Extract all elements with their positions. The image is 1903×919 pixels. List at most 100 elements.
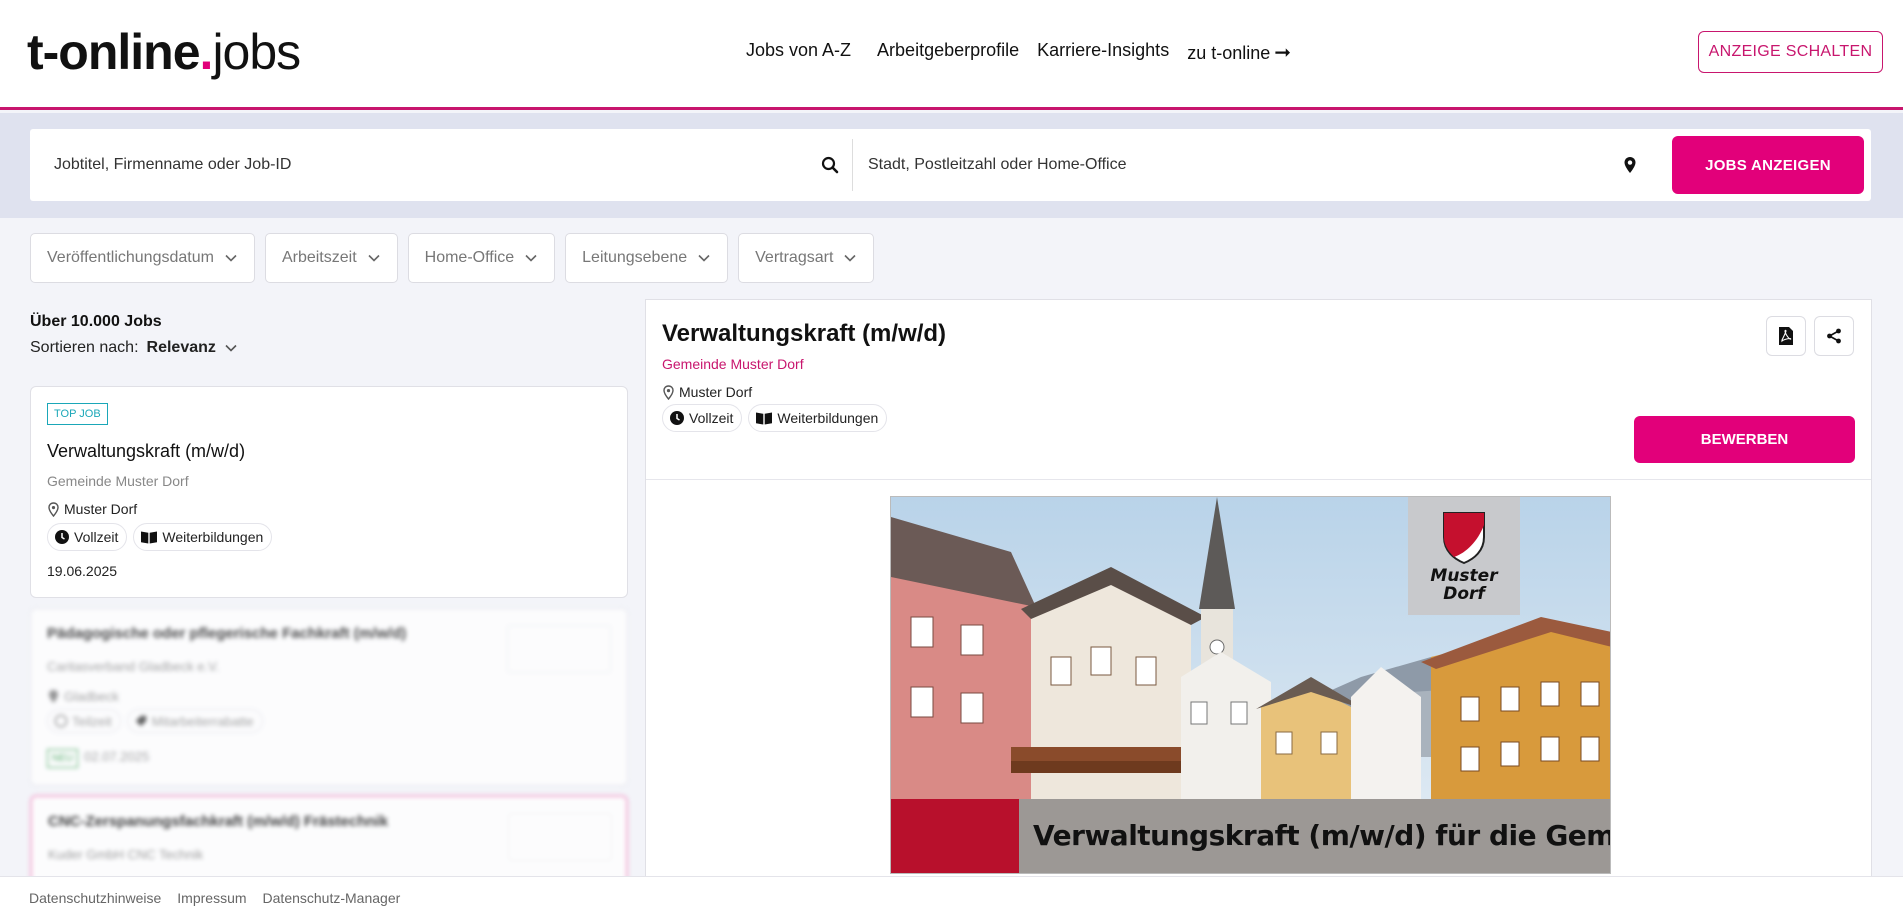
job-location-label: Muster Dorf — [64, 501, 138, 517]
results-count-suffix: Jobs — [119, 313, 162, 330]
location-pin-icon — [663, 384, 674, 400]
location-pin-icon — [49, 690, 58, 703]
job-company: Gemeinde Muster Dorf — [47, 473, 189, 489]
arrow-right-icon: ➞ — [1274, 42, 1292, 64]
job-title: CNC-Zerspanungsfachkraft (m/w/d) Frästec… — [48, 813, 389, 830]
filter-management-level[interactable]: Leitungsebene — [565, 233, 729, 283]
tag-training: Weiterbildungen — [133, 523, 273, 551]
crest-text: Muster Dorf — [1408, 567, 1520, 603]
tag-fulltime: Vollzeit — [662, 404, 743, 432]
tag-label: Vollzeit — [74, 529, 119, 545]
chevron-down-icon — [525, 254, 537, 262]
search-icon[interactable] — [820, 155, 840, 175]
footer-privacy-link[interactable]: Datenschutzhinweise — [29, 890, 161, 906]
job-detail-tags: Vollzeit Weiterbildungen — [662, 404, 888, 432]
site-logo[interactable]: t-online.jobs — [27, 24, 301, 80]
footer-imprint-link[interactable]: Impressum — [177, 890, 246, 906]
job-tags: Vollzeit Weiterbildungen — [47, 523, 273, 551]
show-jobs-button[interactable]: JOBS ANZEIGEN — [1672, 136, 1864, 194]
filter-label: Home-Office — [424, 249, 515, 266]
filter-label: Leitungsebene — [582, 249, 688, 266]
clock-icon — [55, 530, 69, 544]
tag-discounts: Mitarbeiterrabatte — [126, 709, 263, 733]
sort-control[interactable]: Sortieren nach: Relevanz — [30, 339, 238, 357]
keyword-search-input[interactable] — [54, 129, 814, 201]
filter-contract-type[interactable]: Vertragsart — [738, 233, 875, 283]
filter-working-time[interactable]: Arbeitszeit — [264, 233, 398, 283]
hero-caption-accent — [891, 799, 1019, 873]
chevron-down-icon — [844, 254, 856, 262]
clock-icon — [670, 411, 684, 425]
footer-bar: Datenschutzhinweise Impressum Datenschut… — [0, 876, 1903, 919]
job-company: Kuder GmbH CNC Technik — [48, 847, 204, 862]
location-search-input[interactable] — [868, 129, 1608, 201]
chevron-down-icon — [225, 254, 237, 262]
filter-bar: Veröffentlichungsdatum Arbeitszeit Home-… — [30, 233, 875, 283]
search-box: JOBS ANZEIGEN — [30, 129, 1871, 201]
job-card[interactable]: TOP JOB Verwaltungskraft (m/w/d) Gemeind… — [30, 386, 628, 598]
job-detail-title: Verwaltungskraft (m/w/d) — [662, 320, 947, 347]
pdf-file-icon — [1779, 327, 1793, 345]
nav-to-t-online-label: zu t-online — [1187, 43, 1271, 63]
results-count: Über 10.000 Jobs — [30, 313, 162, 331]
nav-to-t-online[interactable]: zu t-online ➞ — [1187, 40, 1291, 65]
company-logo — [507, 625, 611, 673]
tag-label: Mitarbeiterrabatte — [151, 713, 254, 729]
job-detail-header: Verwaltungskraft (m/w/d) Gemeinde Muster… — [646, 300, 1871, 480]
job-location: Muster Dorf — [47, 501, 137, 517]
logo-dot: . — [199, 24, 214, 80]
book-open-icon — [756, 412, 773, 425]
search-divider — [852, 139, 853, 191]
pdf-download-button[interactable] — [1766, 316, 1806, 356]
job-date: 19.06.2025 — [47, 563, 118, 579]
filter-label: Vertragsart — [755, 249, 834, 266]
crest-line2: Dorf — [1443, 584, 1485, 604]
job-card[interactable]: Pädagogische oder pflegerische Fachkraft… — [30, 608, 628, 786]
tag-label: Vollzeit — [689, 410, 734, 426]
filter-home-office[interactable]: Home-Office — [407, 233, 556, 283]
results-count-prefix: Über — [30, 313, 71, 330]
municipality-crest: Muster Dorf — [1408, 497, 1520, 615]
new-badge: NEU — [47, 749, 79, 768]
tag-fulltime: Vollzeit — [47, 523, 128, 551]
sort-label: Sortieren nach: — [30, 339, 139, 356]
hero-caption-text: Verwaltungskraft (m/w/d) für die Gemeind… — [1033, 819, 1610, 852]
job-company: Caritasverband Gladbeck e.V. — [47, 659, 220, 674]
nav-career-insights[interactable]: Karriere-Insights — [1037, 40, 1169, 65]
job-detail-location: Muster Dorf — [662, 384, 752, 400]
job-date: NEU 02.07.2025 — [47, 749, 149, 768]
job-detail-company[interactable]: Gemeinde Muster Dorf — [662, 356, 804, 372]
sort-value: Relevanz — [146, 339, 216, 356]
footer-privacy-manager-link[interactable]: Datenschutz-Manager — [263, 890, 401, 906]
shield-icon — [1443, 512, 1485, 565]
company-logo — [508, 813, 612, 861]
share-button[interactable] — [1814, 316, 1854, 356]
nav-jobs-a-z[interactable]: Jobs von A-Z — [746, 40, 851, 65]
location-pin-icon — [48, 501, 59, 517]
job-title: Pädagogische oder pflegerische Fachkraft… — [47, 625, 407, 642]
nav-employer-profiles[interactable]: Arbeitgeberprofile — [877, 40, 1019, 65]
top-job-badge: TOP JOB — [47, 403, 108, 425]
tag-label: Teilzeit — [72, 713, 112, 729]
logo-part2: jobs — [212, 24, 301, 80]
filter-label: Veröffentlichungsdatum — [47, 249, 214, 266]
results-count-value: 10.000 — [70, 313, 120, 330]
job-tags: Teilzeit Mitarbeiterrabatte — [47, 709, 263, 733]
tag-label: Weiterbildungen — [162, 529, 264, 545]
clock-icon — [54, 714, 68, 728]
filter-label: Arbeitszeit — [281, 249, 357, 266]
job-hero-image: Muster Dorf Verwaltungskraft (m/w/d) für… — [890, 496, 1611, 874]
hero-caption-bar: Verwaltungskraft (m/w/d) für die Gemeind… — [891, 799, 1610, 873]
location-pin-icon[interactable] — [1620, 155, 1640, 175]
apply-button[interactable]: BEWERBEN — [1634, 416, 1855, 463]
chevron-down-icon — [368, 254, 380, 262]
filter-publication-date[interactable]: Veröffentlichungsdatum — [30, 233, 255, 283]
crest-line1: Muster — [1430, 566, 1498, 586]
post-ad-button[interactable]: ANZEIGE SCHALTEN — [1698, 31, 1883, 73]
chevron-down-icon — [698, 254, 710, 262]
book-open-icon — [141, 531, 158, 544]
site-header: t-online.jobs Jobs von A-Z Arbeitgeberpr… — [0, 0, 1903, 110]
job-location: Gladbeck — [47, 689, 119, 704]
tag-icon — [135, 715, 146, 727]
logo-part1: t-online — [27, 24, 201, 80]
